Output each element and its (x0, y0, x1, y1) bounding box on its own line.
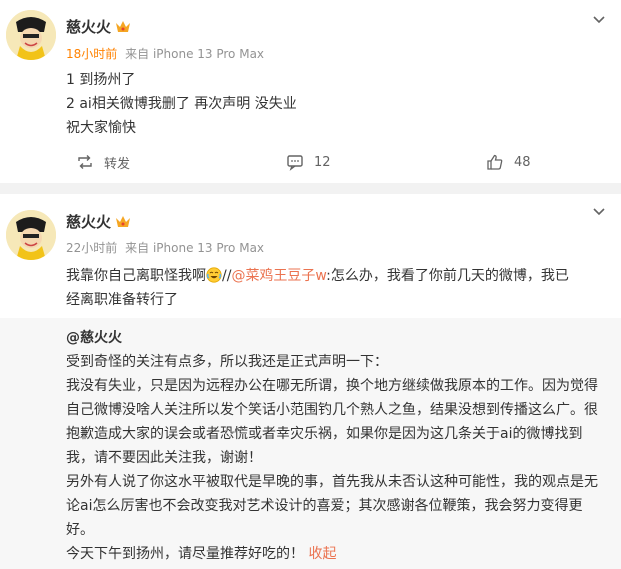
repost-icon (78, 155, 92, 169)
avatar-illustration (6, 10, 56, 60)
avatar[interactable] (6, 210, 56, 260)
crown-icon (116, 21, 131, 32)
post-text-part: 我靠你自己离职怪我啊 (66, 268, 206, 284)
post-text: 我靠你自己离职怪我啊//@菜鸡王豆子w:怎么办，我看了你前几天的微博，我已 经离… (66, 264, 611, 312)
post-source: iPhone 13 Pro Max (152, 241, 265, 255)
post-line: 经离职准备转行了 (66, 292, 178, 308)
author-name-text[interactable]: 慈火火 (66, 18, 111, 36)
post-text-part: :怎么办，我看了你前几天的微博，我已 (326, 268, 569, 284)
like-count: 48 (514, 154, 531, 170)
post-card: 慈火火 18小时前 来自 iPhone 13 Pro Max 1 到扬州了 2 … (0, 0, 621, 183)
post-text: 1 到扬州了 2 ai相关微博我删了 再次声明 没失业 祝大家愉快 (66, 68, 297, 140)
source-prefix: 来自 (125, 241, 150, 255)
quoted-paragraph: 我没有失业，只是因为远程办公在哪无所谓，换个地方继续做我原本的工作。因为觉得自己… (66, 378, 598, 466)
post-time[interactable]: 18小时前 (66, 47, 117, 61)
comment-icon (287, 155, 303, 171)
mention-link[interactable]: @菜鸡王豆子w (231, 268, 326, 284)
laughing-tears-emoji (206, 267, 222, 283)
avatar[interactable] (6, 10, 56, 60)
author-name[interactable]: 慈火火 (66, 17, 131, 37)
post-line: 祝大家愉快 (66, 120, 136, 136)
post-meta: 22小时前 来自 iPhone 13 Pro Max (66, 240, 264, 256)
quoted-paragraph: 受到奇怪的关注有点多，所以我还是正式声明一下： (66, 354, 388, 370)
quoted-paragraph: 今天下午到扬州，请尽量推荐好吃的！ 收起 (66, 542, 606, 566)
repost-button[interactable]: 转发 (76, 151, 130, 173)
post-source: iPhone 13 Pro Max (152, 47, 265, 61)
quoted-post-text: @慈火火 受到奇怪的关注有点多，所以我还是正式声明一下： 我没有失业，只是因为远… (66, 326, 606, 566)
post-line: 1 到扬州了 (66, 72, 136, 88)
repost-label: 转发 (104, 156, 131, 172)
post-line: 2 ai相关微博我删了 再次声明 没失业 (66, 96, 297, 112)
like-icon (487, 154, 503, 170)
author-name[interactable]: 慈火火 (66, 212, 131, 232)
avatar-illustration (6, 210, 56, 260)
chevron-down-icon[interactable] (591, 204, 607, 220)
quoted-post[interactable]: @慈火火 受到奇怪的关注有点多，所以我还是正式声明一下： 我没有失业，只是因为远… (0, 318, 621, 569)
quoted-paragraph-text: 今天下午到扬州，请尽量推荐好吃的！ (66, 546, 304, 562)
like-button[interactable]: 48 (486, 151, 531, 173)
comment-button[interactable]: 12 (286, 151, 331, 173)
post-line: 我靠你自己离职怪我啊//@菜鸡王豆子w:怎么办，我看了你前几天的微博，我已 (66, 264, 611, 288)
post-actions: 转发 12 48 (0, 151, 621, 173)
crown-icon (116, 216, 131, 227)
quoted-author[interactable]: @慈火火 (66, 326, 606, 350)
post-card: 慈火火 22小时前 来自 iPhone 13 Pro Max 我靠你自己离职怪我… (0, 194, 621, 569)
quoted-paragraph: 另外有人说了你这水平被取代是早晚的事，首先我从未否认这种可能性，我的观点是无论a… (66, 474, 598, 538)
collapse-button[interactable]: 收起 (308, 546, 336, 562)
author-name-text[interactable]: 慈火火 (66, 213, 111, 231)
source-prefix: 来自 (125, 47, 150, 61)
comment-count: 12 (314, 154, 331, 170)
post-time[interactable]: 22小时前 (66, 241, 117, 255)
post-meta: 18小时前 来自 iPhone 13 Pro Max (66, 46, 264, 62)
chevron-down-icon[interactable] (591, 12, 607, 28)
